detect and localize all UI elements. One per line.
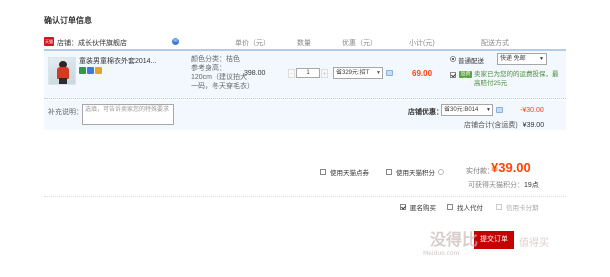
tmall-points-label: 使用天猫积分	[396, 170, 435, 177]
shop-prefix: 店铺：	[57, 40, 78, 47]
watermark-right: 值得买	[519, 238, 549, 249]
col-discount: 优惠（元）	[342, 40, 377, 47]
shop-total: 店铺合计(含运费) ¥39.00	[464, 120, 544, 130]
quantity-input[interactable]: 1	[296, 68, 320, 78]
points-earned-value: 19点	[524, 182, 539, 189]
wangwang-contact-icon[interactable]: ✉	[172, 38, 179, 45]
shop-coupon-amount: -¥30.00	[520, 107, 544, 114]
item-coupon-value: 省329元:招T	[336, 70, 370, 76]
credit-card-checkbox[interactable]	[496, 204, 502, 210]
shipping-insurance-text: 卖家已为您的的运费投保，最高赔付25元	[474, 71, 559, 87]
shop-coupon-info-icon[interactable]	[496, 107, 503, 113]
proxy-pay-checkbox[interactable]	[447, 204, 453, 210]
shipping-insurance-checkbox[interactable]	[450, 72, 456, 78]
shop-total-value: ¥39.00	[522, 122, 545, 129]
page-title: 确认订单信息	[44, 16, 92, 25]
shop-coupon-value: 省30元:B014	[444, 107, 479, 113]
divider	[44, 196, 566, 197]
col-quantity: 数量	[297, 40, 311, 47]
payment-amount: ¥39.00	[491, 160, 531, 175]
tmall-coupon-option: 使用天猫点券	[320, 167, 369, 177]
payment-label: 实付款：	[466, 168, 494, 175]
shop-coupon-select[interactable]: 省30元:B014 ▼	[441, 104, 493, 116]
submit-order-button[interactable]: 提交订单	[474, 231, 514, 249]
points-earned-label: 可获得天猫积分：	[468, 182, 524, 189]
delivery-method-select[interactable]: 快递 免邮 ▼	[497, 53, 547, 65]
order-table-header: 天猫 店铺：成长伙伴旗舰店 ✉ 单价（元） 数量 优惠（元） 小计(元) 配送方…	[44, 36, 566, 48]
tmall-points-checkbox[interactable]	[386, 169, 392, 175]
memo-label: 补充说明：	[48, 109, 83, 116]
quantity-plus-button[interactable]: +	[321, 68, 328, 78]
item-coupon-select[interactable]: 省329元:招T ▼	[333, 67, 383, 79]
tmall-shop-icon: 天猫	[44, 37, 54, 46]
service-icons	[79, 67, 103, 75]
service-seven-day-icon	[79, 67, 86, 74]
anonymous-checkbox[interactable]	[400, 204, 406, 210]
col-delivery: 配送方式	[481, 40, 509, 47]
chevron-down-icon: ▼	[486, 107, 491, 113]
delivery-method-value: 快递 免邮	[500, 56, 526, 62]
anonymous-label: 匿名购买	[410, 205, 436, 212]
color-attribute: 颜色分类：桔色	[191, 56, 240, 63]
shop-label: 店铺：成长伙伴旗舰店	[57, 38, 127, 48]
standard-delivery-radio[interactable]	[450, 56, 456, 62]
shop-coupon-label: 店铺优惠：	[408, 109, 443, 116]
product-name-link[interactable]: 童装男童棉衣外套2014...	[79, 56, 159, 66]
watermark-logo: 没得比	[430, 230, 479, 249]
col-subtotal: 小计(元)	[409, 40, 435, 47]
col-unit-price: 单价（元）	[235, 40, 270, 47]
shipping-insurance-badge: 运费险	[459, 71, 472, 84]
coupon-info-icon[interactable]	[386, 70, 393, 76]
service-genuine-icon	[87, 67, 94, 74]
chevron-down-icon: ▼	[539, 56, 544, 62]
height-attribute-label: 参考身高：	[191, 65, 226, 72]
shop-total-label: 店铺合计(含运费)	[464, 122, 518, 129]
memo-textarea[interactable]: 选填，可告诉卖家您的特殊要求	[82, 104, 174, 125]
proxy-pay-option: 找人代付	[447, 202, 483, 212]
height-attribute-value: 120cm（建议拍大一码，冬天穿毛衣）	[191, 74, 254, 90]
quantity-minus-button[interactable]: -	[288, 68, 295, 78]
points-earned: 可获得天猫积分：19点	[468, 180, 539, 190]
standard-delivery-label: 普通配送	[458, 58, 484, 65]
service-credit-icon	[95, 67, 102, 74]
anonymous-option: 匿名购买	[400, 202, 436, 212]
order-memo-row: 补充说明： 选填，可告诉卖家您的特殊要求 店铺优惠： 省30元:B014 ▼ -…	[44, 100, 566, 130]
proxy-pay-label: 找人代付	[457, 205, 483, 212]
quantity-stepper: - 1 +	[288, 68, 328, 78]
shop-name-link[interactable]: 成长伙伴旗舰店	[78, 40, 127, 47]
chevron-down-icon: ▼	[376, 70, 381, 76]
credit-card-label: 信用卡分期	[506, 205, 539, 212]
points-info-icon[interactable]	[438, 169, 444, 175]
order-item-row: 童装男童棉衣外套2014... 颜色分类：桔色 参考身高： 120cm（建议拍大…	[44, 51, 566, 99]
product-attributes: 颜色分类：桔色 参考身高： 120cm（建议拍大一码，冬天穿毛衣）	[191, 55, 254, 91]
item-subtotal: 69.00	[412, 69, 433, 78]
tmall-coupon-checkbox[interactable]	[320, 169, 326, 175]
credit-card-option: 信用卡分期	[496, 202, 539, 212]
tmall-points-option: 使用天猫积分	[386, 167, 444, 177]
unit-price: 398.00	[244, 70, 266, 77]
watermark-url: Meiduo.com	[423, 250, 460, 257]
product-thumbnail[interactable]	[48, 57, 76, 85]
tmall-coupon-label: 使用天猫点券	[330, 170, 369, 177]
